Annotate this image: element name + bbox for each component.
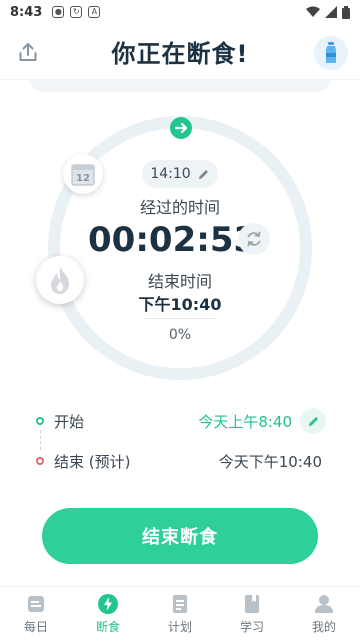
end-value: 今天下午10:40 — [218, 452, 322, 471]
nav-label-learn: 学习 — [239, 619, 264, 634]
start-dot-icon — [36, 417, 44, 425]
badge-hours-text: 12 — [76, 173, 90, 184]
water-button[interactable] — [314, 36, 348, 70]
nav-item-fasting[interactable]: 断食 — [72, 587, 144, 640]
start-label: 开始 — [54, 412, 85, 431]
daily-icon — [28, 595, 44, 612]
elapsed-timer: 00:02:53 — [88, 220, 258, 260]
pencil-icon — [198, 169, 208, 179]
end-time-label: 结束时间 — [147, 272, 212, 291]
status-time: 8:43 — [10, 4, 43, 20]
app-header: 你正在断食! — [0, 24, 360, 80]
start-row: 开始 今天上午8:40 — [36, 406, 326, 436]
progress-percent: 0% — [168, 327, 192, 343]
wifi-icon — [306, 6, 320, 17]
refresh-icon — [247, 231, 261, 247]
divider — [145, 318, 215, 319]
start-time-chip[interactable]: 14:10 — [142, 160, 218, 188]
nav-label-plan: 计划 — [167, 619, 192, 634]
twelve-hour-milestone: 12 — [63, 154, 103, 194]
nav-label-fasting: 断食 — [95, 619, 120, 634]
sync-icon: ↻ — [70, 6, 83, 18]
nav-label-profile: 我的 — [311, 619, 336, 634]
plan-icon — [173, 594, 187, 613]
nav-label-daily: 每日 — [23, 619, 48, 634]
status-bar: 8:43 ● ↻ A — [0, 0, 360, 24]
water-bottle-icon — [326, 42, 336, 63]
calendar-icon: 12 — [71, 164, 95, 186]
signal-icon — [325, 6, 337, 18]
collapsed-card[interactable] — [30, 80, 330, 92]
bottom-nav: 每日 断食 计划 学习 我的 — [0, 586, 360, 640]
status-system-icons — [306, 5, 350, 19]
status-notification-icons: ● ↻ A — [52, 6, 101, 18]
end-row: 结束 (预计) 今天下午10:40 — [36, 446, 326, 476]
start-value[interactable]: 今天上午8:40 — [198, 411, 292, 432]
start-marker — [170, 117, 192, 139]
nav-item-profile[interactable]: 我的 — [288, 587, 360, 640]
font-icon: A — [88, 6, 101, 18]
refresh-button[interactable] — [238, 223, 270, 255]
battery-icon — [342, 5, 350, 19]
edit-start-button[interactable] — [300, 408, 326, 434]
end-dot-icon — [36, 457, 44, 465]
pencil-icon — [308, 416, 318, 426]
notification-icon: ● — [52, 6, 65, 18]
share-button[interactable] — [14, 38, 42, 66]
elapsed-label: 经过的时间 — [139, 198, 220, 217]
end-fast-button[interactable]: 结束断食 — [42, 508, 318, 564]
start-time-chip-label: 14:10 — [150, 166, 191, 182]
page-title: 你正在断食! — [111, 40, 249, 68]
lightning-icon — [98, 593, 118, 614]
nav-item-daily[interactable]: 每日 — [0, 587, 72, 640]
book-icon — [245, 594, 259, 613]
nav-item-plan[interactable]: 计划 — [144, 587, 216, 640]
end-time-value: 下午10:40 — [138, 295, 222, 314]
nav-item-learn[interactable]: 学习 — [216, 587, 288, 640]
share-icon — [19, 43, 37, 61]
arrow-right-icon — [174, 122, 188, 134]
end-label: 结束 (预计) — [54, 452, 131, 471]
profile-icon — [315, 594, 333, 613]
